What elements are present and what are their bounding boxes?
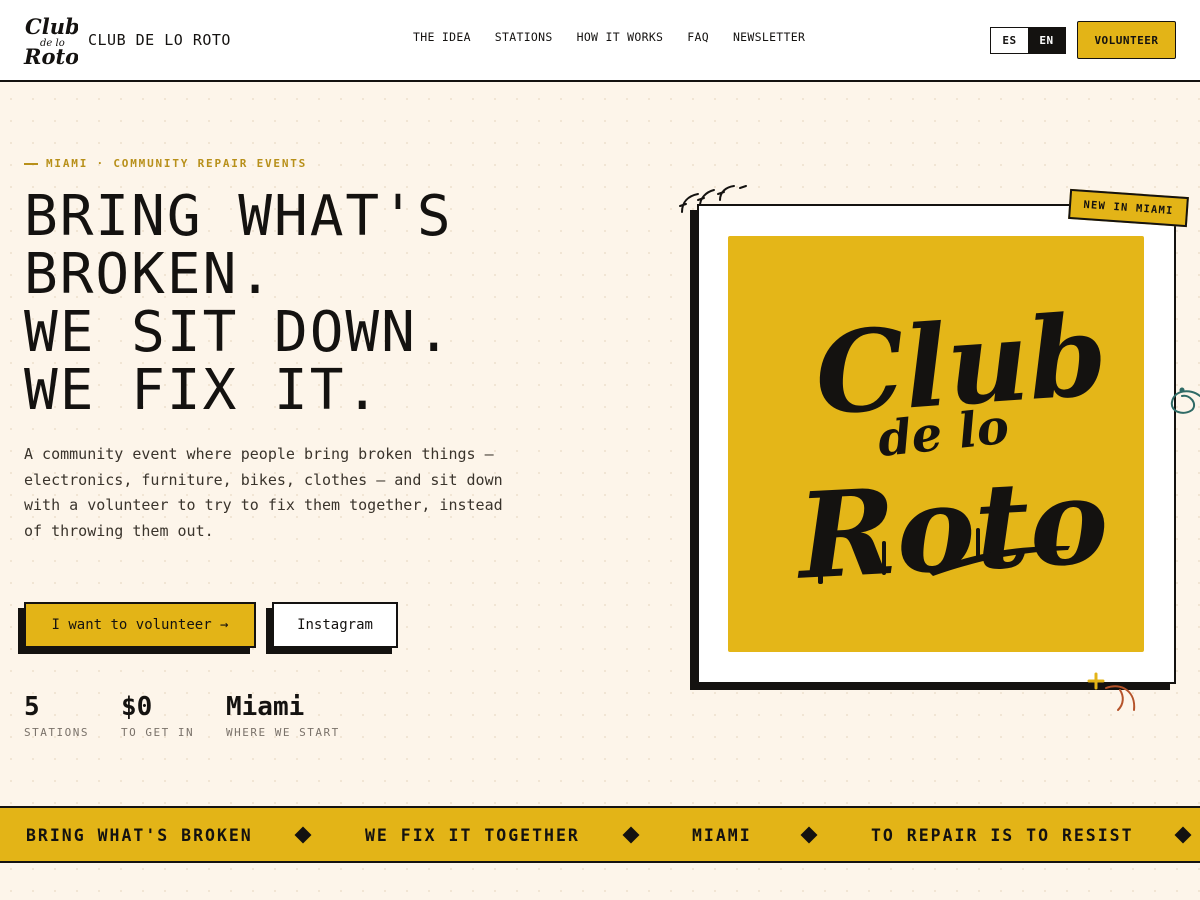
stat-value: 5	[24, 692, 40, 722]
marquee-item: BRING WHAT'S BROKEN	[26, 826, 253, 845]
eyebrow-dash	[24, 162, 38, 165]
club-de-lo-roto-logo-icon: Club de lo Roto	[792, 290, 1112, 606]
nav-how-it-works[interactable]: HOW IT WORKS	[577, 30, 664, 44]
nav-the-idea[interactable]: THE IDEA	[413, 30, 471, 44]
language-switcher: ES EN	[990, 27, 1066, 54]
stat-stations: 5 STATIONS	[24, 692, 89, 739]
hero-eyebrow: MIAMI · COMMUNITY REPAIR EVENTS	[24, 157, 307, 170]
diamond-icon	[294, 826, 312, 844]
volunteer-cta-button[interactable]: I want to volunteer →	[24, 602, 256, 648]
nav-newsletter[interactable]: NEWSLETTER	[733, 30, 805, 44]
swirl-doodle-icon	[1170, 387, 1200, 414]
stat-label: WHERE WE START	[226, 726, 340, 739]
poster-image: Club de lo Roto	[728, 236, 1144, 652]
main-nav: THE IDEA STATIONS HOW IT WORKS FAQ NEWSL…	[413, 30, 805, 44]
volunteer-button[interactable]: VOLUNTEER	[1077, 21, 1176, 59]
diamond-icon	[622, 826, 640, 844]
stat-label: TO GET IN	[121, 726, 195, 739]
stat-location: Miami WHERE WE START	[226, 692, 340, 739]
stat-value: $0	[121, 692, 153, 722]
logo-mark[interactable]: Club de lo Roto	[22, 12, 78, 68]
instagram-button[interactable]: Instagram	[272, 602, 398, 648]
svg-text:Club: Club	[25, 14, 78, 39]
lang-es-button[interactable]: ES	[991, 28, 1028, 53]
headline-line-2: BROKEN.	[24, 242, 275, 307]
marquee-band: BRING WHAT'S BROKEN WE FIX IT TOGETHER M…	[0, 806, 1200, 863]
svg-text:Roto: Roto	[792, 451, 1112, 606]
stat-value: Miami	[226, 692, 305, 722]
headline-line-4: WE FIX IT.	[24, 358, 382, 423]
brand-name[interactable]: CLUB DE LO ROTO	[88, 31, 231, 49]
stat-label: STATIONS	[24, 726, 89, 739]
marquee-item: WE FIX IT TOGETHER	[365, 826, 580, 845]
headline-line-1: BRING WHAT'S	[24, 184, 453, 249]
site-header: Club de lo Roto CLUB DE LO ROTO THE IDEA…	[0, 0, 1200, 82]
plus-arrow-doodle-icon	[1087, 672, 1136, 711]
marquee-item: MIAMI	[692, 826, 752, 845]
diamond-icon	[1174, 826, 1192, 844]
marquee-item: TO REPAIR IS TO RESIST	[871, 826, 1134, 845]
eyebrow-text: MIAMI · COMMUNITY REPAIR EVENTS	[46, 157, 308, 170]
headline-line-3: WE SIT DOWN.	[24, 300, 453, 365]
stat-price: $0 TO GET IN	[121, 692, 194, 739]
nav-faq[interactable]: FAQ	[687, 30, 709, 44]
hero-headline: BRING WHAT'S BROKEN. WE SIT DOWN. WE FIX…	[24, 188, 453, 420]
diamond-icon	[800, 826, 818, 844]
hero-description: A community event where people bring bro…	[24, 445, 503, 540]
nav-stations[interactable]: STATIONS	[495, 30, 553, 44]
lang-en-button[interactable]: EN	[1028, 28, 1065, 53]
svg-text:Roto: Roto	[23, 44, 78, 68]
